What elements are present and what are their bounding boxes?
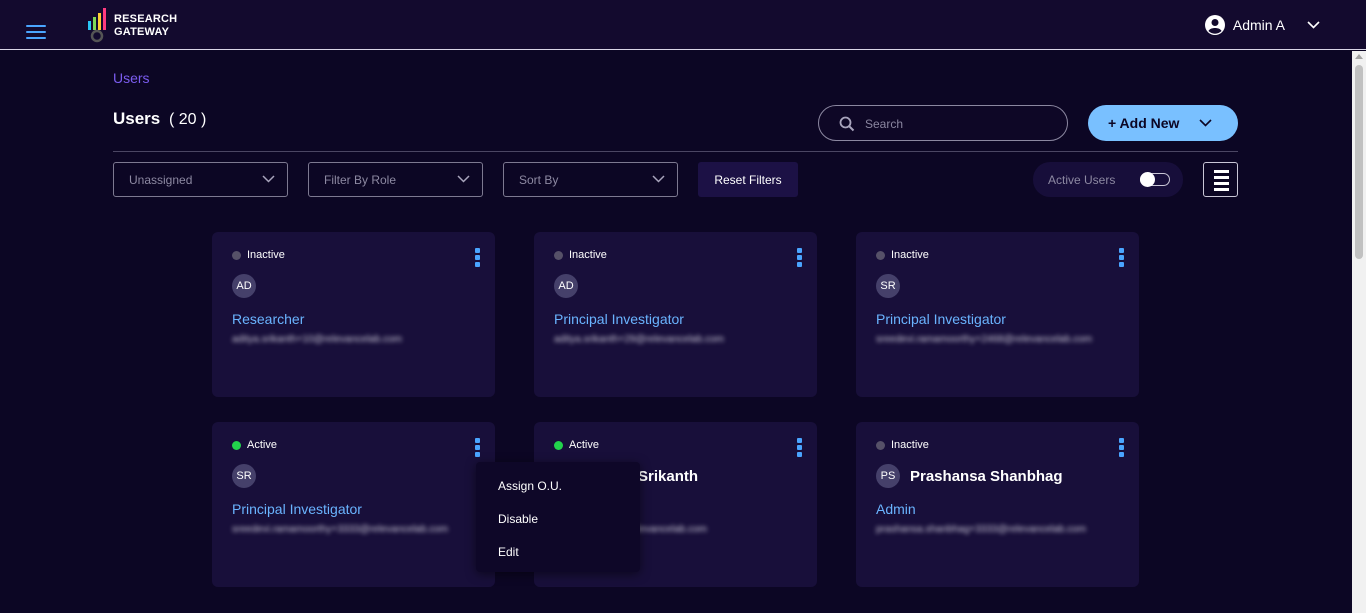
kebab-menu-icon[interactable] <box>1119 438 1125 458</box>
avatar: AD <box>554 274 578 298</box>
list-view-button[interactable] <box>1203 162 1238 197</box>
user-count: ( 20 ) <box>169 111 207 128</box>
menu-item-assign-ou[interactable]: Assign O.U. <box>498 479 562 493</box>
user-identity: SR <box>876 274 910 298</box>
user-card[interactable]: Inactive AD Researcher aditya.srikanth+10@r… <box>212 232 495 397</box>
user-card[interactable]: Inactive PS Prashansa Shanbhag Admin prashan… <box>856 422 1139 587</box>
search-icon <box>839 116 855 132</box>
status-dot-icon <box>232 250 241 260</box>
user-role[interactable]: Researcher <box>232 311 304 327</box>
status-text: Inactive <box>891 249 929 261</box>
role-filter-value: Filter By Role <box>324 172 397 187</box>
status-text: Inactive <box>569 249 607 261</box>
page-scrollbar[interactable] <box>1352 51 1366 613</box>
status-badge: Inactive <box>554 249 607 261</box>
avatar: AD <box>232 274 256 298</box>
user-card[interactable]: Inactive AD Principal Investigator aditya.s… <box>534 232 817 397</box>
role-filter-select[interactable]: Filter By Role <box>308 162 483 197</box>
user-identity: AD <box>554 274 588 298</box>
status-text: Inactive <box>891 439 929 451</box>
user-card[interactable]: Active SR Principal Investigator sreedevi.r… <box>212 422 495 587</box>
search-box[interactable] <box>818 105 1068 141</box>
status-badge: Inactive <box>876 439 929 451</box>
status-badge: Inactive <box>876 249 929 261</box>
kebab-menu-icon[interactable] <box>475 438 481 458</box>
active-users-toggle[interactable] <box>1140 172 1170 187</box>
sort-by-select[interactable]: Sort By <box>503 162 678 197</box>
menu-item-disable[interactable]: Disable <box>498 512 538 526</box>
chevron-down-icon <box>652 175 665 183</box>
scroll-up-arrow-icon[interactable] <box>1355 54 1363 59</box>
user-role[interactable]: Principal Investigator <box>554 311 684 327</box>
avatar: SR <box>232 464 256 488</box>
avatar: PS <box>876 464 900 488</box>
divider <box>113 151 1238 152</box>
reset-filters-button[interactable]: Reset Filters <box>698 162 798 197</box>
toggle-knob <box>1140 172 1155 187</box>
user-email: aditya.srikanth+29@relevancelab.com <box>554 334 724 345</box>
top-bar: RESEARCH GATEWAY Admin A <box>0 0 1366 50</box>
status-text: Inactive <box>247 249 285 261</box>
user-name: Admin A <box>1232 17 1285 33</box>
page-title-text: Users <box>113 109 161 128</box>
user-identity: SR <box>232 464 266 488</box>
ou-filter-value: Unassigned <box>129 172 193 187</box>
page-title: Users ( 20 ) <box>113 109 206 129</box>
user-role[interactable]: Admin <box>876 501 916 517</box>
chevron-down-icon <box>457 175 470 183</box>
avatar: SR <box>876 274 900 298</box>
user-card[interactable]: Inactive SR Principal Investigator sreedevi… <box>856 232 1139 397</box>
chevron-down-icon <box>262 175 275 183</box>
scrollbar-thumb[interactable] <box>1355 65 1363 259</box>
active-users-filter: Active Users <box>1033 162 1183 197</box>
kebab-menu-icon[interactable] <box>797 248 803 268</box>
status-text: Active <box>569 439 599 451</box>
kebab-menu-icon[interactable] <box>475 248 481 268</box>
logo-text-line1: RESEARCH <box>114 13 178 25</box>
chevron-down-icon <box>1307 21 1320 29</box>
status-dot-icon <box>554 440 563 450</box>
status-dot-icon <box>232 440 241 450</box>
sort-by-value: Sort By <box>519 172 559 187</box>
logo-bars-icon <box>88 8 106 43</box>
status-badge: Inactive <box>232 249 285 261</box>
user-role[interactable]: Principal Investigator <box>876 311 1006 327</box>
user-name: Prashansa Shanbhag <box>910 467 1063 485</box>
active-users-label: Active Users <box>1048 172 1116 187</box>
status-dot-icon <box>876 250 885 260</box>
user-identity: PS Prashansa Shanbhag <box>876 464 1063 488</box>
add-new-label: + Add New <box>1108 115 1180 131</box>
breadcrumb[interactable]: Users <box>113 70 150 86</box>
menu-item-edit[interactable]: Edit <box>498 545 519 559</box>
status-text: Active <box>247 439 277 451</box>
add-new-button[interactable]: + Add New <box>1088 105 1238 141</box>
user-menu[interactable]: Admin A <box>1204 12 1320 38</box>
user-context-menu: Assign O.U. Disable Edit <box>476 462 640 572</box>
kebab-menu-icon[interactable] <box>1119 248 1125 268</box>
status-badge: Active <box>232 439 277 451</box>
hamburger-menu-icon[interactable] <box>26 25 46 39</box>
research-gateway-logo[interactable]: RESEARCH GATEWAY <box>86 7 182 45</box>
status-dot-icon <box>876 440 885 450</box>
ou-filter-select[interactable]: Unassigned <box>113 162 288 197</box>
search-input[interactable] <box>865 114 1055 134</box>
user-identity: AD <box>232 274 266 298</box>
chevron-down-icon <box>1199 119 1213 127</box>
status-badge: Active <box>554 439 599 451</box>
logo-text-line2: GATEWAY <box>114 26 170 38</box>
user-email: aditya.srikanth+10@relevancelab.com <box>232 334 402 345</box>
user-email: sreedevi.ramamoorthy+3333@relevancelab.c… <box>232 524 449 535</box>
status-dot-icon <box>554 250 563 260</box>
user-avatar-icon <box>1204 15 1225 35</box>
user-email: sreedevi.ramamoorthy+2468@relevancelab.c… <box>876 334 1093 345</box>
kebab-menu-icon[interactable] <box>797 438 803 458</box>
user-email: prashansa.shanbhag+3333@relevancelab.com <box>876 524 1087 535</box>
user-role[interactable]: Principal Investigator <box>232 501 362 517</box>
